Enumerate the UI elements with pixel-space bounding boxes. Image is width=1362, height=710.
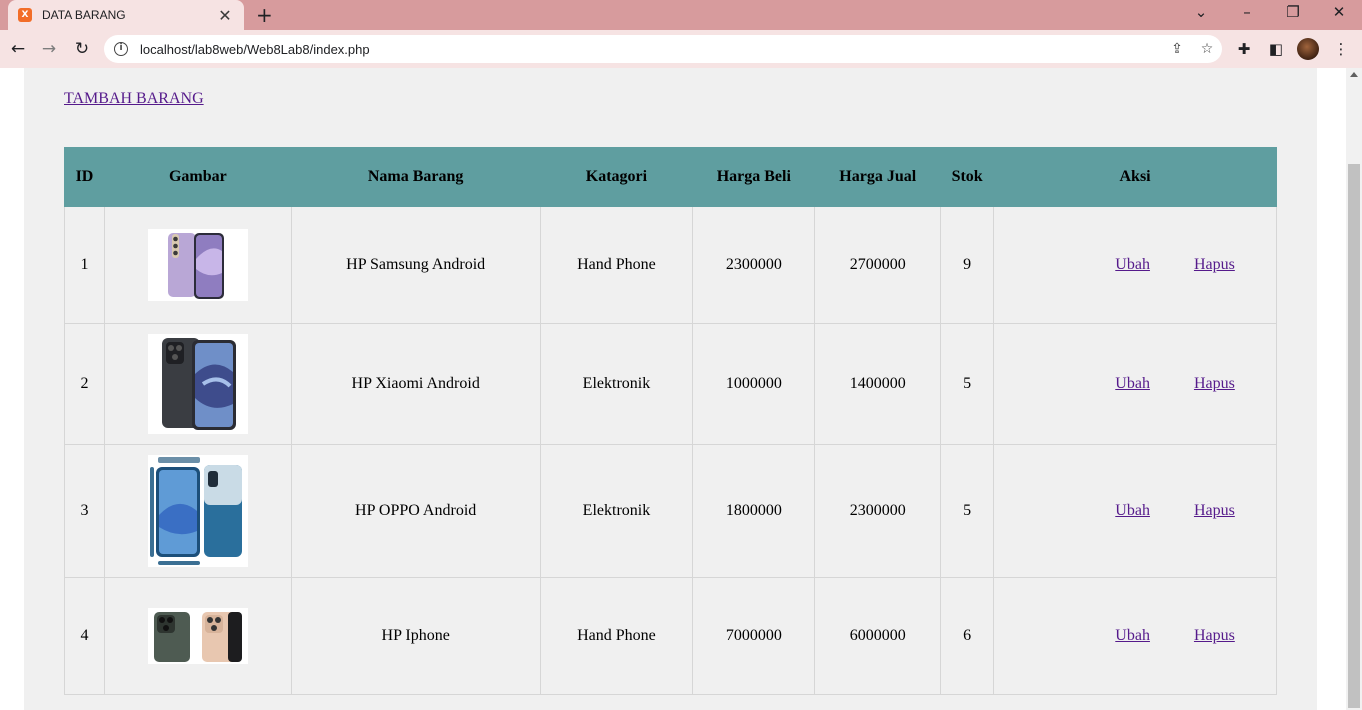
back-arrow-icon[interactable]: ← [6,37,30,61]
cell-id: 2 [64,323,105,445]
star-icon[interactable]: ☆ [1192,41,1222,57]
table-row: 2 HP Xiaomi Android Elektronik 1000000 1… [64,323,1277,445]
edit-link[interactable]: Ubah [1115,502,1150,519]
close-tab-icon[interactable]: ✕ [216,6,234,25]
cell-aksi: Ubah Hapus [993,444,1277,578]
cell-harga-beli: 1800000 [692,444,816,578]
share-icon[interactable]: ⇪ [1162,41,1192,57]
profile-avatar[interactable] [1297,38,1319,60]
tab-search-icon[interactable]: ⌄ [1186,3,1216,21]
reload-icon[interactable]: ↻ [70,37,94,61]
cell-aksi: Ubah Hapus [993,206,1277,324]
items-table: ID Gambar Nama Barang Katagori Harga Bel… [64,147,1277,695]
cell-id: 1 [64,206,105,324]
page-container: TAMBAH BARANG ID Gambar Nama Barang Kata… [24,68,1317,710]
cell-aksi: Ubah Hapus [993,323,1277,445]
page-viewport: TAMBAH BARANG ID Gambar Nama Barang Kata… [0,68,1346,710]
delete-link[interactable]: Hapus [1194,502,1235,519]
cell-harga-jual: 2300000 [814,444,942,578]
cell-kategori: Elektronik [539,323,694,445]
delete-link[interactable]: Hapus [1194,375,1235,392]
product-image [147,455,248,567]
cell-nama: HP Iphone [290,577,541,695]
address-bar[interactable]: i localhost/lab8web/Web8Lab8/index.php ⇪… [104,35,1222,63]
cell-harga-beli: 7000000 [692,577,816,695]
cell-aksi: Ubah Hapus [993,577,1277,695]
cell-nama: HP Xiaomi Android [290,323,541,445]
cell-gambar [103,206,292,324]
cell-nama: HP OPPO Android [290,444,541,578]
product-image [147,229,248,301]
new-tab-button[interactable]: + [256,3,273,27]
side-panel-icon[interactable]: ◧ [1266,39,1286,59]
cell-stok: 5 [940,444,995,578]
browser-tab[interactable]: X DATA BARANG ✕ [8,0,244,30]
scroll-up-arrow-icon[interactable] [1350,72,1358,77]
header-gambar: Gambar [103,147,292,207]
cell-id: 4 [64,577,105,695]
table-row: 3 HP OPPO Android Elektronik 1800000 230… [64,444,1277,578]
puzzle-icon[interactable]: ✚ [1234,39,1254,59]
url-text[interactable]: localhost/lab8web/Web8Lab8/index.php [140,42,1162,57]
header-katagori: Katagori [539,147,694,207]
delete-link[interactable]: Hapus [1194,256,1235,273]
cell-kategori: Hand Phone [539,577,694,695]
header-id: ID [64,147,105,207]
info-icon[interactable]: i [114,42,128,56]
xampp-icon: X [18,8,32,22]
cell-stok: 5 [940,323,995,445]
cell-kategori: Hand Phone [539,206,694,324]
cell-nama: HP Samsung Android [290,206,541,324]
cell-harga-jual: 6000000 [814,577,942,695]
forward-arrow-icon[interactable]: → [37,37,61,61]
table-header-row: ID Gambar Nama Barang Katagori Harga Bel… [64,147,1277,207]
cell-gambar [103,323,292,445]
browser-toolbar: ← → ↻ i localhost/lab8web/Web8Lab8/index… [0,30,1362,68]
cell-id: 3 [64,444,105,578]
minimize-button[interactable]: – [1232,3,1262,21]
cell-harga-beli: 2300000 [692,206,816,324]
restore-button[interactable]: ❐ [1278,3,1308,21]
tab-strip: X DATA BARANG ✕ + ⌄ – ❐ ✕ [0,0,1362,30]
cell-harga-beli: 1000000 [692,323,816,445]
product-image [147,608,248,664]
header-harga-beli: Harga Beli [692,147,816,207]
table-row: 4 HP Iphone Hand Phone 7000000 6000000 6… [64,577,1277,695]
scroll-thumb[interactable] [1348,164,1360,708]
cell-harga-jual: 2700000 [814,206,942,324]
cell-gambar [103,577,292,695]
edit-link[interactable]: Ubah [1115,627,1150,644]
cell-stok: 6 [940,577,995,695]
product-image [147,334,248,434]
edit-link[interactable]: Ubah [1115,256,1150,273]
header-nama-barang: Nama Barang [290,147,541,207]
header-aksi: Aksi [993,147,1277,207]
cell-kategori: Elektronik [539,444,694,578]
add-item-link[interactable]: TAMBAH BARANG [64,90,204,108]
close-window-button[interactable]: ✕ [1324,3,1354,21]
edit-link[interactable]: Ubah [1115,375,1150,392]
cell-gambar [103,444,292,578]
tab-title: DATA BARANG [42,8,126,22]
vertical-scrollbar[interactable] [1346,68,1362,710]
header-harga-jual: Harga Jual [814,147,942,207]
table-row: 1 HP Samsung Android Hand Phone 2300000 … [64,206,1277,324]
cell-stok: 9 [940,206,995,324]
cell-harga-jual: 1400000 [814,323,942,445]
header-stok: Stok [940,147,995,207]
delete-link[interactable]: Hapus [1194,627,1235,644]
kebab-menu-icon[interactable]: ⋮ [1331,39,1351,59]
